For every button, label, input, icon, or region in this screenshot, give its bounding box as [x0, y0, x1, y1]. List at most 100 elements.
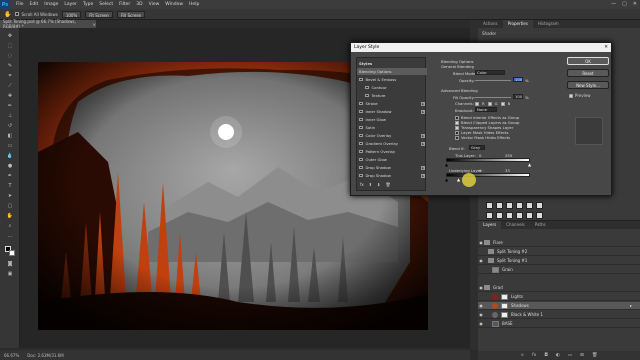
style-swatch-icon[interactable] — [506, 212, 513, 219]
zoom-tool-icon[interactable]: ⌕ — [6, 222, 14, 230]
scroll-all-windows-checkbox[interactable]: Scroll All Windows — [15, 12, 58, 17]
tab-paths[interactable]: Paths — [530, 221, 551, 229]
move-up-icon[interactable]: ⬆ — [369, 182, 372, 187]
tab-properties[interactable]: Properties — [502, 20, 533, 28]
layer-row-base[interactable]: ◉ BASE — [478, 320, 640, 328]
style-texture[interactable]: Texture — [357, 92, 427, 99]
tab-histogram[interactable]: Histogram — [533, 20, 564, 28]
link-layers-icon[interactable]: ∞ — [520, 353, 524, 358]
layer-row-split-toning-1[interactable]: ◉ Split Toning #1 — [478, 257, 640, 265]
blend-if-select[interactable]: Gray — [469, 145, 485, 150]
pen-tool-icon[interactable]: ✒ — [6, 172, 14, 180]
hand-tool-icon[interactable]: ✋ — [4, 11, 11, 18]
background-color-swatch[interactable] — [9, 250, 15, 256]
checkbox-box[interactable] — [455, 135, 459, 140]
checkbox-box[interactable] — [455, 125, 459, 130]
ok-button[interactable]: OK — [567, 57, 609, 65]
style-contour[interactable]: Contour — [357, 84, 427, 91]
fill-opacity-slider[interactable] — [475, 97, 511, 98]
add-effect-icon[interactable]: + — [421, 165, 425, 170]
more-tools-icon[interactable]: … — [6, 232, 14, 240]
zoom-readout[interactable]: 66.67% — [4, 353, 19, 358]
close-tab-icon[interactable]: × — [93, 22, 96, 27]
layer-row-flare[interactable]: ◉ Flare — [478, 239, 640, 247]
style-inner-glow[interactable]: Inner Glow — [357, 116, 427, 123]
tab-channels[interactable]: Channels — [501, 221, 530, 229]
new-adjustment-icon[interactable]: ◐ — [556, 353, 560, 358]
visibility-eye-icon[interactable]: ◉ — [478, 312, 484, 317]
this-layer-ramp[interactable] — [446, 158, 530, 162]
blur-tool-icon[interactable]: 💧 — [6, 152, 14, 160]
layer-row-grain[interactable]: Grain — [478, 266, 640, 274]
style-checkbox[interactable] — [365, 93, 369, 98]
style-checkbox[interactable] — [359, 157, 363, 162]
style-checkbox[interactable] — [359, 117, 363, 122]
lasso-tool-icon[interactable]: ◌ — [6, 52, 14, 60]
delete-layer-icon[interactable]: 🗑 — [592, 353, 598, 358]
screen-mode-icon[interactable]: ▣ — [6, 270, 14, 278]
type-tool-icon[interactable]: T — [6, 182, 14, 190]
style-swatch-icon[interactable] — [526, 202, 533, 209]
menu-type[interactable]: Type — [83, 2, 93, 7]
style-checkbox[interactable] — [359, 141, 363, 146]
this-layer-black-slider-icon[interactable]: ▲ — [445, 162, 448, 167]
fill-opacity-input[interactable]: 100 — [513, 94, 523, 99]
layer-row-black-white-1[interactable]: ◉ Black & White 1 — [478, 311, 640, 319]
add-effect-icon[interactable]: + — [421, 141, 425, 146]
fx-menu-icon[interactable]: fx — [360, 182, 364, 187]
underlying-black-slider-icon[interactable]: ▲ — [445, 177, 448, 182]
layer-row-grad[interactable]: ◉ Grad — [478, 284, 640, 292]
dodge-tool-icon[interactable]: ● — [6, 162, 14, 170]
add-effect-icon[interactable]: + — [421, 133, 425, 138]
style-color-overlay[interactable]: Color Overlay + — [357, 132, 427, 139]
menu-help[interactable]: Help — [189, 2, 199, 7]
move-down-icon[interactable]: ⬇ — [377, 182, 380, 187]
style-swatch-icon[interactable] — [496, 212, 503, 219]
minimize-icon[interactable]: — — [611, 1, 616, 7]
menu-3d[interactable]: 3D — [136, 2, 142, 7]
style-checkbox[interactable] — [359, 149, 363, 154]
style-outer-glow[interactable]: Outer Glow — [357, 156, 427, 163]
add-mask-icon[interactable]: ◘ — [544, 353, 548, 358]
clone-stamp-tool-icon[interactable]: ⊥ — [6, 112, 14, 120]
checkbox-box[interactable] — [455, 130, 459, 135]
style-checkbox[interactable] — [365, 85, 369, 90]
style-swatch-icon[interactable] — [536, 212, 543, 219]
style-checkbox[interactable] — [359, 125, 363, 130]
layer-row-split-toning-2[interactable]: Split Toning #2 — [478, 248, 640, 256]
style-swatch-icon[interactable] — [496, 202, 503, 209]
menu-filter[interactable]: Filter — [119, 2, 130, 7]
underlying-white-slider-icon[interactable]: ▲ — [457, 177, 460, 182]
layer-row-shadows[interactable]: ◉ Shadows ▸ — [478, 302, 640, 310]
new-layer-icon[interactable]: ⊞ — [580, 353, 584, 358]
opacity-slider[interactable] — [475, 80, 511, 81]
checkbox-box[interactable] — [455, 115, 459, 120]
style-swatch-icon[interactable] — [526, 212, 533, 219]
maximize-icon[interactable]: ▢ — [622, 1, 627, 7]
brush-tool-icon[interactable]: ✏ — [6, 102, 14, 110]
channel-g-checkbox[interactable] — [487, 101, 492, 106]
visibility-eye-icon[interactable]: ◉ — [478, 321, 484, 326]
menu-file[interactable]: File — [16, 2, 24, 7]
menu-view[interactable]: View — [149, 2, 160, 7]
style-checkbox[interactable] — [359, 173, 363, 178]
blend-mode-select[interactable]: Color — [475, 70, 505, 75]
new-style-button[interactable]: New Style... — [567, 81, 609, 89]
add-style-icon[interactable]: fx — [532, 353, 536, 358]
menu-image[interactable]: Image — [44, 2, 58, 7]
path-selection-tool-icon[interactable]: ➤ — [6, 192, 14, 200]
layer-row-lights[interactable]: Lights — [478, 293, 640, 301]
style-satin[interactable]: Satin — [357, 124, 427, 131]
channel-r-checkbox[interactable] — [475, 101, 479, 106]
menu-window[interactable]: Window — [165, 2, 183, 7]
quick-mask-icon[interactable]: ◙ — [6, 260, 14, 268]
tab-layers[interactable]: Layers — [478, 221, 502, 229]
style-checkbox[interactable] — [359, 165, 363, 170]
style-inner-shadow[interactable]: Inner Shadow + — [357, 108, 427, 115]
add-effect-icon[interactable]: + — [421, 173, 425, 178]
checkbox-box[interactable] — [569, 93, 573, 98]
channel-b-checkbox[interactable] — [500, 101, 505, 106]
delete-effect-icon[interactable]: 🗑 — [386, 182, 391, 187]
preview-checkbox[interactable]: Preview — [569, 93, 591, 98]
reset-button[interactable]: Reset — [567, 69, 609, 77]
